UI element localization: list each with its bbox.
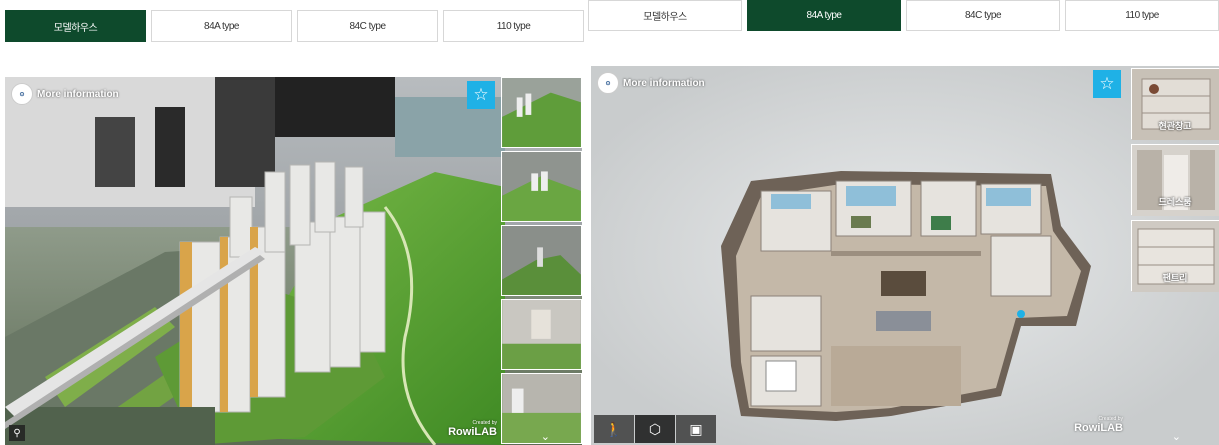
tab-84c[interactable]: 84C type: [297, 10, 438, 42]
room-thumbnail-label: 현관창고: [1158, 121, 1192, 131]
more-information-link[interactable]: More information: [37, 89, 119, 100]
room-thumbnail-entry-storage[interactable]: 현관창고: [1131, 68, 1219, 140]
thumbnail-strip: [501, 77, 582, 445]
viewer-header: ⊙ More information: [11, 83, 119, 105]
viewer-header: ⊙ More information: [597, 72, 705, 94]
person-icon[interactable]: ⚲: [9, 425, 25, 441]
view-mode-toolbar: 🚶 ⬡ ▣: [594, 415, 717, 443]
dollhouse-viewer[interactable]: ⊙ More information ☆ Created by RowiLAB …: [591, 66, 1219, 445]
room-thumbnail-pantry[interactable]: 팬트리: [1131, 220, 1219, 292]
floorplan-icon[interactable]: ▣: [676, 415, 716, 443]
tab-model-house[interactable]: 모델하우스: [588, 0, 742, 31]
credit-label: Created by RowiLAB: [1061, 416, 1123, 434]
credit-brand-text: RowiLAB: [1074, 422, 1123, 434]
more-information-link[interactable]: More information: [623, 78, 705, 89]
thumbnail-3[interactable]: [501, 225, 582, 296]
credit-label: Created by RowiLAB: [445, 420, 497, 438]
panorama-viewer[interactable]: ⊙ More information ☆ Created by RowiLAB: [5, 77, 582, 445]
dollhouse-icon[interactable]: ⬡: [635, 415, 675, 443]
walk-icon[interactable]: 🚶: [594, 415, 634, 443]
star-icon[interactable]: ☆: [467, 81, 495, 109]
tab-110[interactable]: 110 type: [443, 10, 584, 42]
credit-brand-text: RowiLAB: [448, 426, 497, 438]
left-type-tabs: 모델하우스 84A type 84C type 110 type: [5, 10, 589, 42]
dollhouse-floorplan-3d: [721, 171, 1091, 421]
thumbnail-2[interactable]: [501, 151, 582, 222]
chevron-down-icon[interactable]: ⌄: [1172, 430, 1181, 443]
model-diorama-scene: [5, 77, 582, 445]
thumbnail-1[interactable]: [501, 77, 582, 148]
tab-84a[interactable]: 84A type: [747, 0, 901, 31]
star-icon[interactable]: ☆: [1093, 70, 1121, 98]
room-thumbnail-label: 드레스룸: [1158, 197, 1192, 207]
room-thumbnail-dressroom[interactable]: 드레스룸: [1131, 144, 1219, 216]
tab-84c[interactable]: 84C type: [906, 0, 1060, 31]
chevron-down-icon[interactable]: ⌄: [541, 430, 550, 443]
brand-logo: ⊙: [597, 72, 619, 94]
left-tour-panel: 모델하우스 84A type 84C type 110 type ⊙ More …: [0, 0, 584, 445]
tab-110[interactable]: 110 type: [1065, 0, 1219, 31]
room-thumbnail-label: 팬트리: [1162, 273, 1188, 283]
right-type-tabs: 모델하우스 84A type 84C type 110 type: [588, 0, 1219, 31]
right-tour-panel: 모델하우스 84A type 84C type 110 type ⊙ More …: [588, 0, 1219, 445]
brand-logo: ⊙: [11, 83, 33, 105]
room-thumbnail-strip: 현관창고 드레스룸 팬트리: [1131, 68, 1219, 296]
tab-84a[interactable]: 84A type: [151, 10, 292, 42]
thumbnail-4[interactable]: [501, 299, 582, 370]
tab-model-house[interactable]: 모델하우스: [5, 10, 146, 42]
